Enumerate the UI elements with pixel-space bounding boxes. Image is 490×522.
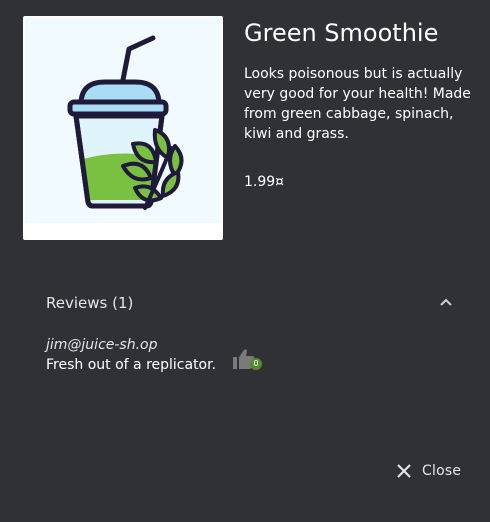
like-review-button[interactable]: 0 (232, 348, 264, 374)
close-icon (396, 463, 412, 479)
chevron-up-icon[interactable] (438, 294, 454, 310)
close-label: Close (422, 463, 462, 479)
smoothie-cup-icon (67, 35, 184, 210)
review-author: jim@juice-sh.op (46, 337, 158, 353)
product-details-dialog: Green Smoothie Looks poisonous but is ac… (0, 0, 490, 522)
close-button[interactable]: Close (390, 458, 467, 484)
review-message: Fresh out of a replicator. (46, 357, 217, 373)
product-description: Looks poisonous but is actually very goo… (244, 66, 471, 142)
product-price: 1.99¤ (244, 174, 285, 190)
reviews-title: Reviews (1) (46, 294, 134, 312)
reviews-expansion-header[interactable]: Reviews (1) (30, 282, 460, 326)
product-title: Green Smoothie (244, 19, 439, 47)
product-image-area (25, 18, 221, 223)
like-count-badge: 0 (250, 358, 262, 370)
product-image (23, 16, 223, 240)
